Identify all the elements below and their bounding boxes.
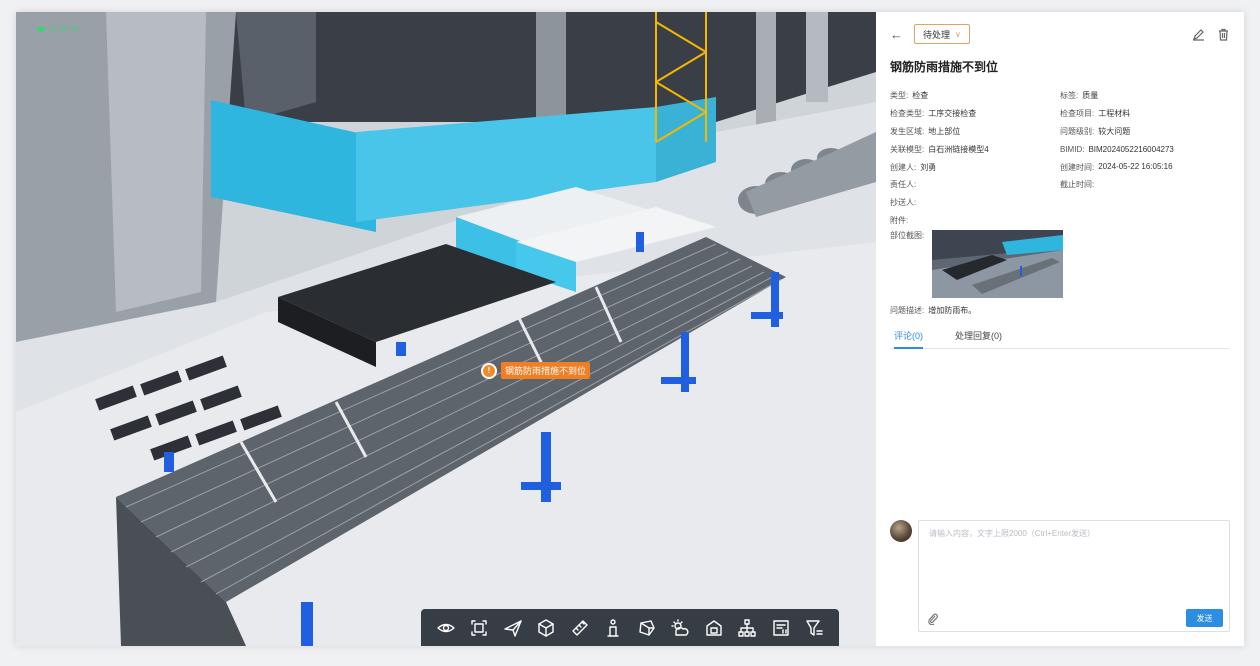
viewer-toolbar (421, 609, 839, 646)
field-row: 创建人: 刘勇 创建时间: 2024-05-22 16:05:16 (890, 158, 1230, 176)
wifi-icon (36, 26, 46, 33)
header-actions (1192, 28, 1230, 41)
delete-icon[interactable] (1217, 28, 1230, 41)
snapshot-thumbnail[interactable] (932, 230, 1063, 298)
field-level: 问题级别: 较大问题 (1060, 126, 1230, 137)
field-row: 抄送人: (890, 194, 1230, 212)
comment-box: 发送 (918, 520, 1230, 632)
field-label: 问题级别: (1060, 126, 1095, 136)
field-check-type: 检查类型: 工序交接检查 (890, 108, 1060, 119)
field-description: 问题描述: 增加防雨布。 (890, 305, 976, 316)
field-value: 工程材料 (1098, 109, 1131, 119)
field-type: 类型: 检查 (890, 90, 1060, 101)
field-label: 抄送人: (890, 198, 917, 208)
field-value: 增加防雨布。 (928, 306, 977, 315)
hierarchy-tree-icon[interactable] (736, 617, 758, 639)
model-cube-icon[interactable] (535, 617, 557, 639)
tab-comments[interactable]: 评论(0) (894, 329, 923, 349)
field-label: 问题描述: (890, 306, 925, 315)
field-label: 截止时间: (1060, 180, 1095, 190)
avatar (890, 520, 912, 542)
field-label: 创建时间: (1060, 162, 1095, 172)
fps-label: 21.00 ms (50, 26, 79, 33)
field-deadline: 截止时间: (1060, 179, 1230, 190)
send-icon[interactable] (502, 617, 524, 639)
issue-marker[interactable]: ! 钢筋防雨措施不到位 (481, 362, 591, 379)
field-row: 关联模型: 白石洲链接模型4 BIMID: BIM2024052216004273 (890, 140, 1230, 158)
issue-marker-label: 钢筋防雨措施不到位 (501, 362, 591, 379)
section-box-icon[interactable] (468, 617, 490, 639)
field-label: 关联模型: (890, 144, 925, 154)
weather-icon[interactable] (669, 617, 691, 639)
field-row: 责任人: 截止时间: (890, 176, 1230, 194)
edit-icon[interactable] (1192, 28, 1205, 41)
field-row: 发生区域: 地上部位 问题级别: 较大问题 (890, 123, 1230, 141)
chevron-down-icon: ∨ (955, 29, 961, 39)
field-cc: 抄送人: (890, 197, 1061, 208)
properties-icon[interactable] (770, 617, 792, 639)
status-value: 待处理 (923, 29, 951, 40)
network-status: 21.00 ms (36, 26, 79, 33)
eye-icon[interactable] (435, 617, 457, 639)
field-value: BIM2024052216004273 (1088, 144, 1174, 154)
field-model: 关联模型: 白石洲链接模型4 (890, 144, 1060, 155)
field-row: 附件: (890, 212, 1230, 230)
construction-scene (16, 12, 876, 646)
paperclip-icon[interactable] (927, 612, 939, 626)
field-value: 2024-05-22 16:05:16 (1098, 161, 1173, 171)
back-arrow-icon[interactable]: ← (890, 27, 910, 42)
issue-fields: 类型: 检查 标签: 质量 检查类型: 工序交接检查 检查项目: 工程材料 发生区域: 地… (890, 87, 1230, 229)
field-label: 标签: (1060, 91, 1079, 101)
field-label: 检查类型: (890, 109, 925, 119)
field-value: 刘勇 (920, 162, 937, 172)
issue-detail-panel: ← 待处理 ∨ 钢筋防雨措施不到位 类型: 检查 标签: 质量 检查类型: 工序交接检… (876, 12, 1244, 646)
field-attachment: 附件: (890, 215, 1061, 226)
panel-header: ← 待处理 ∨ (890, 23, 1230, 45)
field-owner: 责任人: (890, 179, 1060, 190)
field-check-item: 检查项目: 工程材料 (1060, 108, 1230, 119)
filter-icon[interactable] (803, 617, 825, 639)
field-value: 较大问题 (1098, 126, 1131, 136)
snapshot-field: 部位截图: (890, 230, 1063, 298)
field-bimid: BIMID: BIM2024052216004273 (1060, 145, 1230, 154)
field-value: 工序交接检查 (928, 109, 977, 119)
field-label: 发生区域: (890, 126, 925, 136)
field-label: 检查项目: (1060, 109, 1095, 119)
detail-tabs: 评论(0) 处理回复(0) (890, 329, 1230, 349)
app-frame: 21.00 ms ! 钢筋防雨措施不到位 ← 待处理 ∨ 钢筋防雨措施不到位 类… (16, 12, 1244, 646)
snapshot-image (932, 230, 1063, 298)
issue-title: 钢筋防雨措施不到位 (890, 60, 999, 74)
send-button[interactable]: 发送 (1186, 609, 1223, 627)
field-row: 类型: 检查 标签: 质量 (890, 87, 1230, 105)
field-label: 创建人: (890, 162, 917, 172)
person-roam-icon[interactable] (602, 617, 624, 639)
3d-object-icon[interactable] (636, 617, 658, 639)
field-area: 发生区域: 地上部位 (890, 126, 1060, 137)
field-label: 部位截图: (890, 231, 925, 240)
comment-input[interactable] (919, 521, 1229, 601)
field-label: BIMID: (1060, 144, 1085, 154)
measure-ruler-icon[interactable] (569, 617, 591, 639)
field-label: 类型: (890, 91, 909, 101)
field-row: 检查类型: 工序交接检查 检查项目: 工程材料 (890, 105, 1230, 123)
status-dropdown[interactable]: 待处理 ∨ (914, 24, 970, 44)
field-value: 质量 (1082, 91, 1099, 101)
view-box-icon[interactable] (703, 617, 725, 639)
tab-replies[interactable]: 处理回复(0) (955, 329, 1002, 349)
field-value: 地上部位 (928, 126, 961, 136)
issue-pin-icon: ! (481, 362, 497, 379)
field-tag: 标签: 质量 (1060, 90, 1230, 101)
field-value: 白石洲链接模型4 (928, 144, 989, 154)
field-label: 责任人: (890, 180, 917, 190)
field-created-time: 创建时间: 2024-05-22 16:05:16 (1060, 162, 1230, 173)
field-label: 附件: (890, 215, 909, 225)
field-creator: 创建人: 刘勇 (890, 162, 1060, 173)
field-value: 检查 (912, 91, 929, 101)
bim-3d-viewport[interactable]: 21.00 ms ! 钢筋防雨措施不到位 (16, 12, 876, 646)
